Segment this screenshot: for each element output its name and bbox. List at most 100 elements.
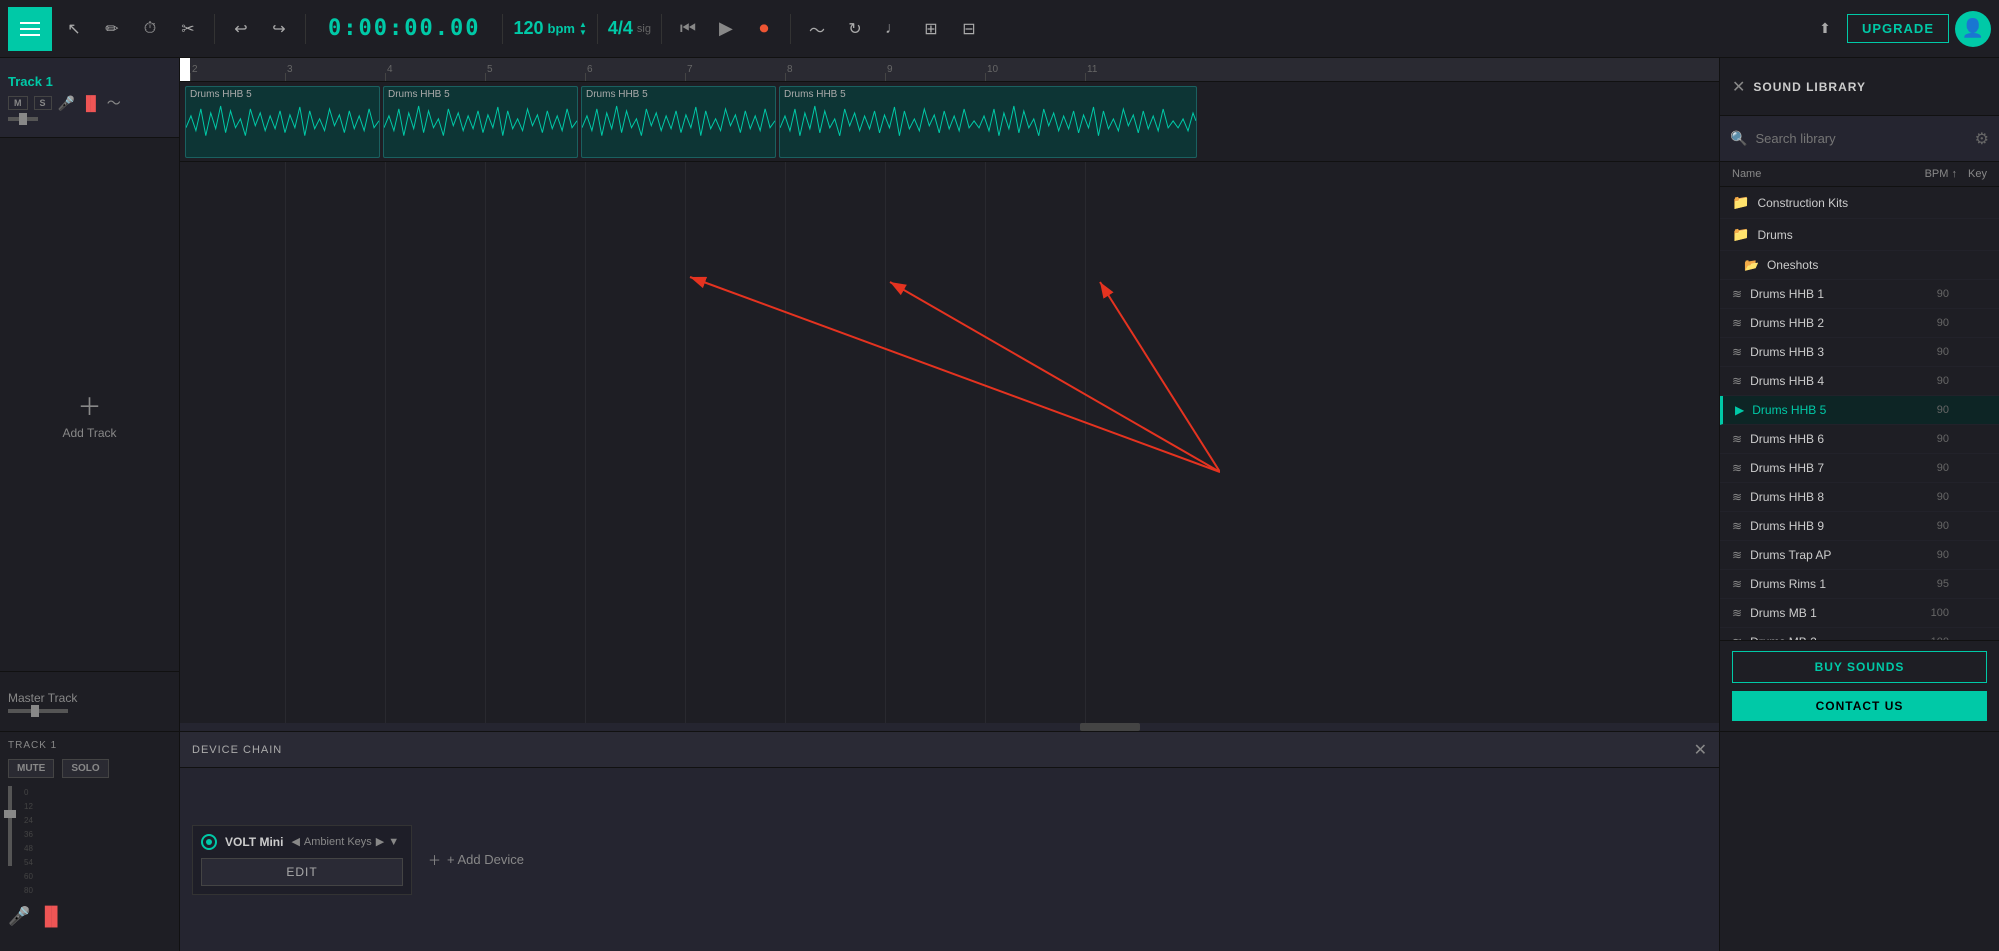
avatar-button[interactable]: 👤 xyxy=(1955,11,1991,47)
undo-button[interactable]: ↩ xyxy=(225,13,257,45)
audio-icon: ≋ xyxy=(1732,490,1742,504)
library-item-bpm: 90 xyxy=(1899,433,1949,445)
track-automation-button[interactable]: 〜 xyxy=(107,93,121,113)
library-item-oneshots[interactable]: 📂 Oneshots xyxy=(1720,251,1999,280)
bottom-track-icons: 🎤 ▐▌ xyxy=(8,906,171,927)
track-1-name: Track 1 xyxy=(8,74,171,89)
ruler-mark-5: 6 xyxy=(585,58,685,81)
library-item-drums-hhb-1[interactable]: ≋ Drums HHB 1 90 xyxy=(1720,280,1999,309)
solo-button[interactable]: SOLO xyxy=(62,759,108,778)
library-item-drums-hhb-6[interactable]: ≋ Drums HHB 6 90 xyxy=(1720,425,1999,454)
ruler-mark-8: 9 xyxy=(885,58,985,81)
bottom-beats-button[interactable]: ▐▌ xyxy=(38,906,64,927)
track-mic-button[interactable]: 🎤 xyxy=(58,95,75,112)
library-item-drums-hhb-3[interactable]: ≋ Drums HHB 3 90 xyxy=(1720,338,1999,367)
library-item-name: Drums HHB 6 xyxy=(1750,432,1891,446)
library-close-button[interactable]: ✕ xyxy=(1732,77,1745,97)
add-track-icon: ＋ xyxy=(78,387,102,422)
library-item-name: Drums HHB 9 xyxy=(1750,519,1891,533)
library-item-drums-trap-ap[interactable]: ≋ Drums Trap AP 90 xyxy=(1720,541,1999,570)
clock-tool-button[interactable]: ⏱ xyxy=(134,13,166,45)
grid-line xyxy=(485,82,486,731)
bottom-mic-button[interactable]: 🎤 xyxy=(8,906,30,927)
prev-button[interactable]: ⏮ xyxy=(672,13,704,45)
export-button[interactable]: ⬆ xyxy=(1809,13,1841,45)
menu-button[interactable] xyxy=(8,7,52,51)
track-volume-slider[interactable] xyxy=(8,117,38,121)
clip-3[interactable]: Drums HHB 5 xyxy=(581,86,776,158)
search-icon: 🔍 xyxy=(1730,130,1747,147)
track-solo-button[interactable]: S xyxy=(34,96,52,110)
add-track-area: ＋ Add Track xyxy=(0,138,179,671)
bottom-volume-slider[interactable] xyxy=(8,786,12,866)
contact-us-button[interactable]: CONTACT US xyxy=(1732,691,1987,721)
library-item-drums-hhb-2[interactable]: ≋ Drums HHB 2 90 xyxy=(1720,309,1999,338)
upgrade-button[interactable]: UPGRADE xyxy=(1847,14,1949,43)
master-volume-slider[interactable] xyxy=(8,709,68,713)
h-scrollbar-thumb[interactable] xyxy=(1080,723,1140,731)
preset-prev-icon[interactable]: ◀ xyxy=(291,835,299,848)
mute-button[interactable]: MUTE xyxy=(8,759,54,778)
library-item-bpm: 90 xyxy=(1899,549,1949,561)
library-item-drums[interactable]: 📁 Drums xyxy=(1720,219,1999,251)
folder-icon: 📁 xyxy=(1732,194,1749,211)
play-indicator-icon: ▶ xyxy=(1735,403,1744,417)
library-item-drums-hhb-4[interactable]: ≋ Drums HHB 4 90 xyxy=(1720,367,1999,396)
add-device-button[interactable]: ＋ + Add Device xyxy=(428,850,524,869)
add-track-button[interactable]: ＋ Add Track xyxy=(62,387,116,440)
cursor-tool-button[interactable]: ↖ xyxy=(58,13,90,45)
audio-icon: ≋ xyxy=(1732,345,1742,359)
subfolder-icon: 📂 xyxy=(1744,258,1759,272)
sound-library-panel: ✕ SOUND LIBRARY 🔍 ⚙ Name BPM ↑ Key 📁 Con… xyxy=(1719,58,1999,731)
library-item-bpm: 90 xyxy=(1899,317,1949,329)
library-settings-button[interactable]: ⚙ xyxy=(1975,129,1989,149)
device-edit-button[interactable]: EDIT xyxy=(201,858,403,886)
library-item-drums-hhb-5[interactable]: ▶ Drums HHB 5 90 xyxy=(1720,396,1999,425)
bpm-down-icon[interactable]: ▼ xyxy=(579,29,587,37)
preset-dropdown-icon[interactable]: ▼ xyxy=(388,836,399,848)
automation-button[interactable]: 〜 xyxy=(801,13,833,45)
col-name-header: Name xyxy=(1732,168,1907,180)
redo-button[interactable]: ↪ xyxy=(263,13,295,45)
track-mute-button[interactable]: M xyxy=(8,96,28,110)
device-chain-panel: DEVICE CHAIN ✕ VOLT Mini ◀ Ambient Keys … xyxy=(180,732,1719,951)
grid-line xyxy=(585,82,586,731)
device-chain-header: DEVICE CHAIN ✕ xyxy=(180,732,1719,768)
library-item-drums-hhb-7[interactable]: ≋ Drums HHB 7 90 xyxy=(1720,454,1999,483)
pencil-tool-button[interactable]: ✏ xyxy=(96,13,128,45)
ruler-mark-7: 8 xyxy=(785,58,885,81)
device-power-button[interactable] xyxy=(201,834,217,850)
bpm-display[interactable]: 120 bpm ▲ ▼ xyxy=(513,18,586,39)
loop-button[interactable]: ↻ xyxy=(839,13,871,45)
library-item-drums-mb-1[interactable]: ≋ Drums MB 1 100 xyxy=(1720,599,1999,628)
bottom-left-panel: TRACK 1 MUTE SOLO 0 12 24 36 48 54 60 80… xyxy=(0,732,180,951)
ruler-mark-6: 7 xyxy=(685,58,785,81)
clip-4[interactable]: Drums HHB 5 xyxy=(779,86,1197,158)
audio-icon: ≋ xyxy=(1732,374,1742,388)
scissors-tool-button[interactable]: ✂ xyxy=(172,13,204,45)
library-item-drums-rims-1[interactable]: ≋ Drums Rims 1 95 xyxy=(1720,570,1999,599)
h-scrollbar-track[interactable] xyxy=(180,723,1719,731)
grid-line xyxy=(685,82,686,731)
record-button[interactable]: ⏺ xyxy=(748,13,780,45)
play-button[interactable]: ▶ xyxy=(710,13,742,45)
bpm-arrows[interactable]: ▲ ▼ xyxy=(579,21,587,37)
misc1-button[interactable]: ⊞ xyxy=(915,13,947,45)
library-item-construction-kits[interactable]: 📁 Construction Kits xyxy=(1720,187,1999,219)
library-item-name: Drums Rims 1 xyxy=(1750,577,1891,591)
library-item-drums-hhb-9[interactable]: ≋ Drums HHB 9 90 xyxy=(1720,512,1999,541)
track-beats-button[interactable]: ▐▌ xyxy=(81,95,101,111)
clip-1[interactable]: Drums HHB 5 xyxy=(185,86,380,158)
device-chain-close-button[interactable]: ✕ xyxy=(1694,740,1707,760)
device-preset[interactable]: ◀ Ambient Keys ▶ ▼ xyxy=(291,835,399,848)
misc2-button[interactable]: ⊟ xyxy=(953,13,985,45)
clip-2-label: Drums HHB 5 xyxy=(388,89,450,100)
search-input[interactable] xyxy=(1755,131,1966,146)
add-device-label: + Add Device xyxy=(447,852,524,867)
library-item-drums-hhb-8[interactable]: ≋ Drums HHB 8 90 xyxy=(1720,483,1999,512)
clip-2[interactable]: Drums HHB 5 xyxy=(383,86,578,158)
buy-sounds-button[interactable]: BUY SOUNDS xyxy=(1732,651,1987,683)
metronome-button[interactable]: ♩ xyxy=(877,13,909,45)
library-item-drums-mb-2[interactable]: ≋ Drums MB 2 100 xyxy=(1720,628,1999,640)
preset-next-icon[interactable]: ▶ xyxy=(376,835,384,848)
